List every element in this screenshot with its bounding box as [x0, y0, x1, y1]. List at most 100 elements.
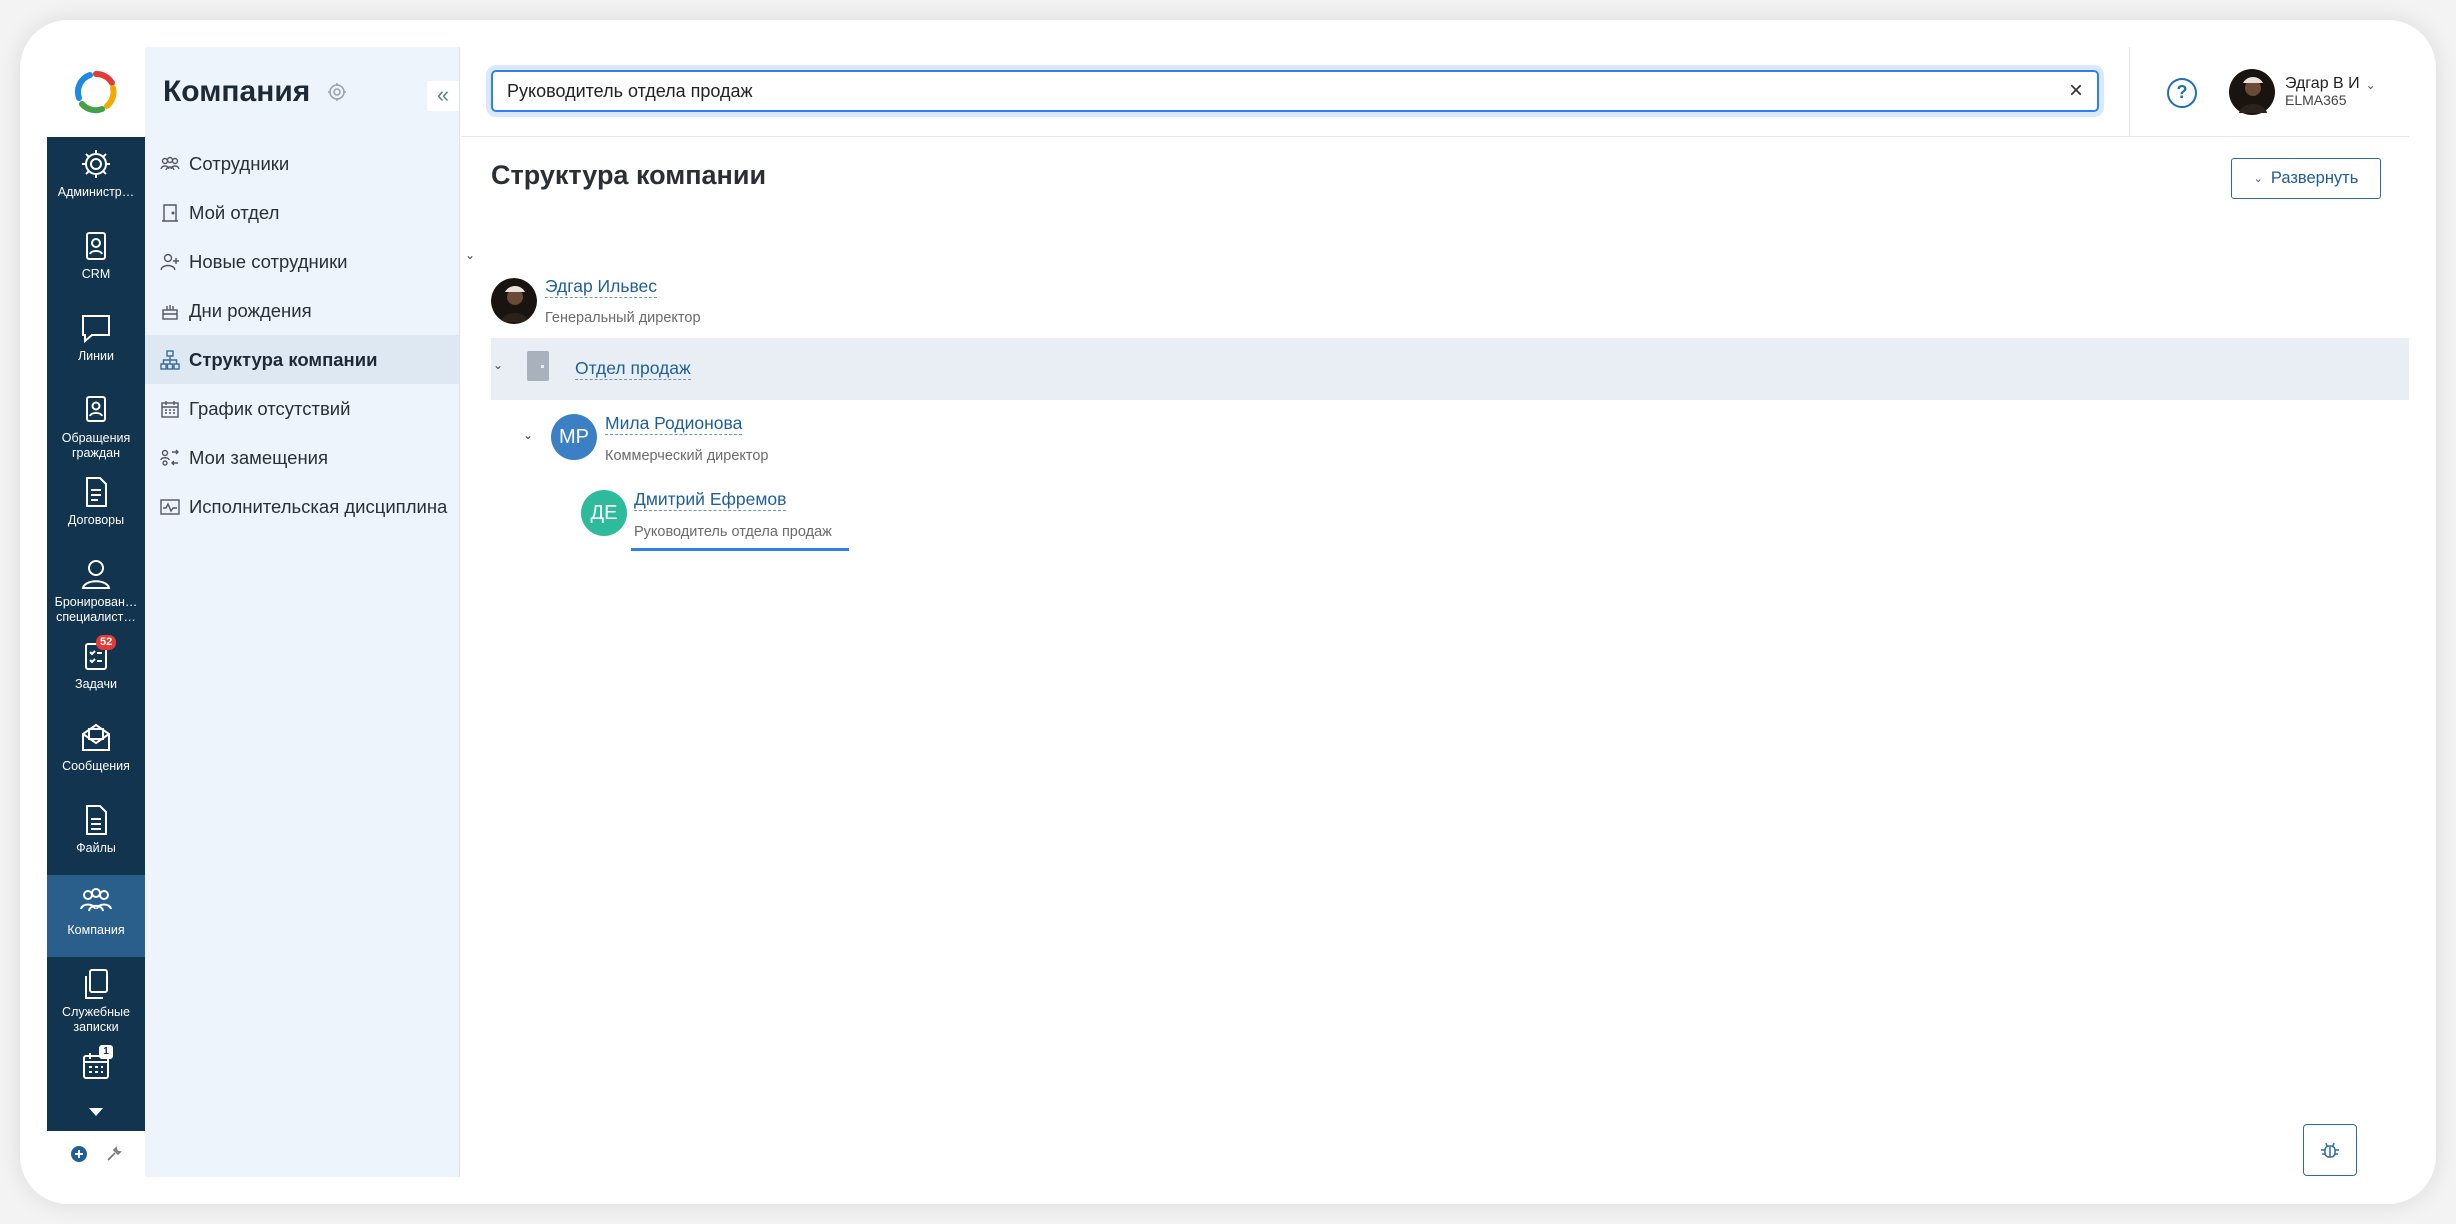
rail-nav: Администр… CRM Линии Обращения граждан Д…: [47, 137, 145, 1131]
rail-item-citizens[interactable]: Обращения граждан: [47, 383, 145, 465]
department-name-link[interactable]: Отдел продаж: [575, 357, 691, 380]
gear-icon[interactable]: [326, 81, 348, 103]
rail-item-messages[interactable]: Сообщения: [47, 711, 145, 793]
head-position: Коммерческий директор: [605, 448, 769, 464]
substitution-icon: [160, 449, 179, 466]
app-rail: Администр… CRM Линии Обращения граждан Д…: [47, 47, 145, 1177]
avatar[interactable]: [491, 278, 537, 324]
rail-item-contracts[interactable]: Договоры: [47, 465, 145, 547]
sidebar-title: Компания: [163, 75, 311, 108]
collapse-sidebar-button[interactable]: «: [427, 81, 459, 111]
sidebar-item-absence-schedule[interactable]: График отсутствий: [145, 384, 459, 433]
employees-icon: [160, 156, 180, 170]
expand-button[interactable]: ⌄ Развернуть: [2231, 158, 2381, 199]
section-sidebar: Компания « Сотрудники Мой отдел Новые со…: [145, 47, 460, 1177]
rail-more-button[interactable]: [47, 1097, 145, 1127]
clear-search-button[interactable]: ×: [2069, 79, 2083, 103]
rail-item-company[interactable]: Компания: [47, 875, 145, 957]
sidebar-item-discipline[interactable]: Исполнительская дисциплина: [145, 482, 459, 531]
top-bar: × ? Эдгар В И ELMA365 ⌄: [461, 47, 2409, 137]
rail-item-label: Линии: [77, 349, 115, 363]
calendar-grid-icon: [161, 400, 179, 418]
rail-item-files[interactable]: Файлы: [47, 793, 145, 875]
sidebar-item-birthdays[interactable]: Дни рождения: [145, 286, 459, 335]
copy-docs-icon: [85, 969, 108, 999]
chevron-down-icon: ⌄: [2253, 173, 2263, 185]
bug-report-button[interactable]: [2303, 1124, 2357, 1176]
avatar[interactable]: ДЕ: [581, 490, 627, 536]
rail-item-label: Компания: [67, 923, 125, 937]
rail-item-admin[interactable]: Администр…: [47, 137, 145, 219]
rail-item-label: Сообщения: [62, 759, 130, 773]
sidebar-item-label: Мои замещения: [189, 446, 329, 468]
help-button[interactable]: ?: [2167, 78, 2197, 108]
rail-item-label: Файлы: [76, 841, 116, 855]
rail-item-label: Бронирован… специалист…: [54, 595, 138, 624]
tasks-badge: 52: [96, 635, 117, 650]
door-icon: [527, 351, 549, 381]
rail-item-booking[interactable]: Бронирован… специалист…: [47, 547, 145, 629]
logo[interactable]: [47, 47, 145, 137]
sidebar-item-label: Мой отдел: [189, 201, 280, 223]
elma-logo-icon: [74, 71, 117, 114]
citizen-card-icon: [86, 396, 106, 422]
sidebar-item-label: Дни рождения: [189, 299, 312, 321]
document-icon: [86, 477, 107, 507]
envelope-icon: [82, 723, 110, 751]
tree-toggle-icon[interactable]: ⌄: [463, 248, 477, 262]
sidebar-item-employees[interactable]: Сотрудники: [145, 139, 459, 188]
main-content: Структура компании ⌄ Развернуть ⌄ Эдгар …: [461, 138, 2409, 1177]
divider: [2129, 47, 2130, 137]
contact-card-icon: [86, 232, 106, 260]
rail-item-label: Договоры: [67, 513, 125, 527]
bug-icon: [2321, 1142, 2339, 1158]
sidebar-item-substitutions[interactable]: Мои замещения: [145, 433, 459, 482]
department-row: ⌄ Отдел продаж: [491, 338, 2409, 400]
wrench-icon[interactable]: [105, 1145, 123, 1163]
rail-item-label: Служебные записки: [62, 1005, 130, 1034]
user-menu[interactable]: Эдгар В И ELMA365 ⌄: [2229, 69, 2376, 115]
person-icon: [81, 560, 111, 589]
rail-item-tasks[interactable]: 52 Задачи: [47, 629, 145, 711]
add-circle-icon[interactable]: [70, 1145, 88, 1163]
org-structure-icon: [160, 349, 180, 370]
add-user-icon: [160, 253, 179, 270]
search-input[interactable]: [507, 80, 2069, 102]
chart-line-icon: [160, 498, 180, 515]
search-match-underline: [631, 548, 849, 551]
tree-toggle-icon[interactable]: ⌄: [491, 358, 505, 372]
sidebar-item-new-employees[interactable]: Новые сотрудники: [145, 237, 459, 286]
rail-item-label: Задачи: [75, 677, 117, 691]
calendar-badge: 1: [99, 1045, 113, 1059]
sidebar-item-label: Новые сотрудники: [189, 250, 348, 272]
sidebar-item-label: График отсутствий: [189, 397, 351, 419]
rail-item-label: Обращения граждан: [61, 431, 131, 460]
caret-down-icon: [89, 1108, 103, 1116]
ceo-position: Генеральный директор: [545, 310, 701, 326]
rail-item-crm[interactable]: CRM: [47, 219, 145, 301]
chevron-down-icon: ⌄: [2365, 78, 2376, 92]
chat-icon: [82, 315, 110, 344]
member-name-link[interactable]: Дмитрий Ефремов: [634, 488, 787, 511]
cake-icon: [162, 304, 178, 320]
sidebar-nav: Сотрудники Мой отдел Новые сотрудники Дн…: [145, 139, 459, 531]
sidebar-item-label: Исполнительская дисциплина: [189, 495, 448, 517]
sidebar-item-label: Структура компании: [189, 348, 378, 370]
tree-toggle-icon[interactable]: ⌄: [521, 428, 535, 442]
sidebar-item-company-structure[interactable]: Структура компании: [145, 335, 459, 384]
member-position: Руководитель отдела продаж: [634, 524, 832, 540]
head-name-link[interactable]: Мила Родионова: [605, 412, 743, 435]
door-icon: [162, 203, 178, 222]
rail-item-lines[interactable]: Линии: [47, 301, 145, 383]
app-root: Администр… CRM Линии Обращения граждан Д…: [47, 47, 2409, 1177]
rail-item-label: Администр…: [57, 185, 135, 199]
avatar: [2229, 69, 2275, 115]
rail-item-memos[interactable]: Служебные записки: [47, 957, 145, 1039]
avatar[interactable]: МР: [551, 414, 597, 460]
expand-label: Развернуть: [2270, 169, 2359, 187]
ceo-name-link[interactable]: Эдгар Ильвес: [545, 275, 658, 298]
sidebar-item-label: Сотрудники: [189, 152, 290, 174]
people-group-icon: [80, 888, 112, 912]
user-name: Эдгар В И: [2285, 75, 2360, 92]
sidebar-item-my-department[interactable]: Мой отдел: [145, 188, 459, 237]
